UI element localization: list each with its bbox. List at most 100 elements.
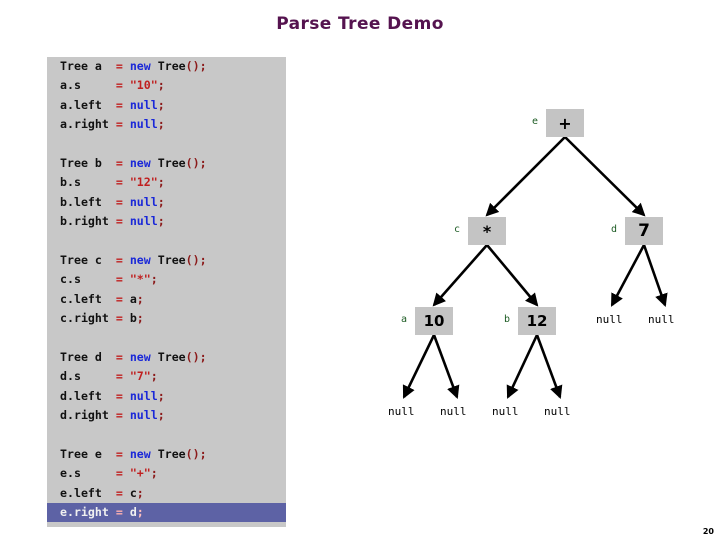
tree-node: + (546, 109, 584, 137)
code-identifier: Tree e (60, 446, 116, 461)
tree-node: * (468, 217, 506, 245)
code-value: "7"; (129, 369, 158, 384)
code-operator: = (115, 408, 130, 423)
code-line: d.right = null; (47, 406, 286, 425)
code-identifier: Tree d (60, 349, 116, 364)
code-value: null; (129, 194, 165, 209)
code-identifier: Tree c (60, 252, 116, 267)
code-identifier: d.s (60, 369, 116, 384)
code-line: e.s = "+"; (47, 464, 286, 483)
code-line: Tree e = new Tree(); (47, 445, 286, 464)
code-identifier: Tree b (60, 155, 116, 170)
tree-null-leaf: null (648, 313, 675, 326)
code-operator: = (115, 485, 130, 500)
code-line: a.s = "10"; (47, 76, 286, 95)
code-operator: = (115, 78, 130, 93)
code-value: new Tree(); (129, 59, 207, 73)
code-line: Tree b = new Tree(); (47, 154, 286, 173)
tree-edge (535, 334, 563, 399)
tree-edge (610, 244, 646, 307)
code-operator: = (115, 311, 130, 326)
page-title: Parse Tree Demo (276, 14, 444, 34)
code-line: d.left = null; (47, 387, 286, 406)
code-operator: = (115, 175, 130, 190)
tree-edge (485, 136, 566, 217)
code-value: new Tree(); (129, 252, 207, 267)
code-operator: = (115, 252, 130, 267)
code-identifier: e.left (60, 485, 116, 500)
code-operator: = (115, 466, 130, 481)
code-identifier: a.right (60, 117, 116, 132)
code-operator: = (115, 349, 130, 364)
code-line: a.left = null; (47, 96, 286, 115)
code-operator: = (115, 272, 130, 287)
code-identifier: c.right (60, 311, 116, 326)
code-operator: = (115, 446, 130, 461)
code-identifier: d.right (60, 408, 116, 423)
code-identifier: a.left (60, 97, 116, 112)
parse-tree-diagram: + e * c 7 d 10 a 12 b null null null null null null (300, 55, 720, 475)
code-line: a.right = null; (47, 115, 286, 134)
tree-node-label: e (531, 116, 538, 127)
tree-edge (506, 334, 539, 399)
tree-edge (564, 136, 646, 217)
code-value: c; (129, 485, 144, 500)
code-operator: = (115, 291, 130, 306)
tree-edge (432, 244, 488, 307)
tree-node: 10 (415, 307, 453, 335)
tree-edge (402, 334, 436, 399)
code-identifier: e.right (60, 504, 116, 519)
code-line: b.s = "12"; (47, 173, 286, 192)
tree-null-leaf: null (596, 313, 623, 326)
code-identifier: e.s (60, 466, 116, 481)
code-identifier: d.left (60, 388, 116, 403)
tree-node-label: c (453, 224, 460, 235)
code-operator: = (115, 214, 130, 229)
code-value: "12"; (129, 175, 165, 190)
code-value: new Tree(); (129, 155, 207, 170)
tree-node-label: b (503, 314, 510, 325)
code-operator: = (115, 194, 130, 209)
code-value: new Tree(); (129, 349, 207, 364)
code-value: "+"; (129, 466, 158, 481)
code-value: "*"; (129, 272, 158, 287)
code-line: d.s = "7"; (47, 367, 286, 386)
code-line: e.right = d; (47, 502, 286, 523)
code-line: b.left = null; (47, 193, 286, 212)
code-operator: = (115, 388, 130, 403)
tree-edge (432, 334, 460, 399)
code-operator: = (115, 59, 130, 73)
code-value: null; (129, 408, 165, 423)
code-value: null; (129, 117, 165, 132)
page-number: 20 (702, 527, 714, 536)
code-line: c.right = b; (47, 309, 286, 328)
code-value: new Tree(); (129, 446, 207, 461)
code-line: c.s = "*"; (47, 270, 286, 289)
code-operator: = (115, 369, 130, 384)
code-operator: = (115, 155, 130, 170)
tree-node: 12 (518, 307, 556, 335)
code-value: a; (129, 291, 144, 306)
tree-node-label: a (400, 314, 407, 325)
tree-null-leaf: null (492, 405, 519, 418)
code-line: Tree a = new Tree(); (47, 57, 286, 76)
tree-null-leaf: null (544, 405, 571, 418)
code-identifier: b.s (60, 175, 116, 190)
tree-node-label: d (610, 224, 617, 235)
tree-edge (486, 244, 539, 307)
code-line: Tree c = new Tree(); (47, 251, 286, 270)
code-line: c.left = a; (47, 290, 286, 309)
code-identifier: b.left (60, 194, 116, 209)
code-identifier: a.s (60, 78, 116, 93)
code-value: d; (129, 504, 144, 519)
tree-null-leaf: null (440, 405, 467, 418)
code-operator: = (115, 504, 130, 519)
code-identifier: Tree a (60, 59, 116, 73)
code-value: null; (129, 388, 165, 403)
tree-node: 7 (625, 217, 663, 245)
code-line: e.left = c; (47, 484, 286, 503)
